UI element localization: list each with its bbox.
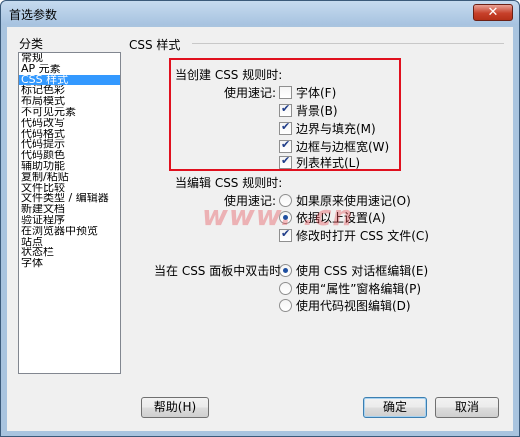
radio-edit-css-dialog-label: 使用 CSS 对话框编辑(E) bbox=[296, 264, 429, 278]
checkbox-margin-padding-label: 边界与填充(M) bbox=[296, 122, 376, 136]
radio-edit-code-view-label: 使用代码视图编辑(D) bbox=[296, 299, 411, 313]
create-heading: 当创建 CSS 规则时: bbox=[175, 68, 283, 82]
checkbox-margin-padding[interactable]: 边界与填充(M) bbox=[279, 120, 376, 137]
watermark-text: www. .cn bbox=[202, 199, 354, 232]
category-item[interactable]: 代码改写 bbox=[19, 118, 120, 129]
checkbox-font-label: 字体(F) bbox=[296, 86, 337, 100]
category-item[interactable]: 新建文档 bbox=[19, 204, 120, 215]
category-item[interactable]: 代码提示 bbox=[19, 139, 120, 150]
radio-edit-css-dialog[interactable]: 使用 CSS 对话框编辑(E) bbox=[279, 262, 428, 279]
section-title: CSS 样式 bbox=[129, 38, 181, 52]
checkbox-font[interactable]: 字体(F) bbox=[279, 84, 336, 101]
category-list[interactable]: 常规 AP 元素 CSS 样式 标记色彩 布局模式 不可见元素 代码改写 代码格式 代码提示 代码… bbox=[18, 52, 121, 374]
radio-edit-properties-pane[interactable]: 使用“属性”窗格编辑(P) bbox=[279, 280, 421, 297]
category-item[interactable]: 文件类型 / 编辑器 bbox=[19, 193, 120, 204]
category-item[interactable]: 代码格式 bbox=[19, 129, 120, 140]
checkbox-background-box[interactable] bbox=[279, 102, 292, 117]
checkbox-border-width[interactable]: 边框与边框宽(W) bbox=[279, 138, 389, 155]
checkbox-border-width-box[interactable] bbox=[279, 138, 292, 153]
category-item[interactable]: 布局模式 bbox=[19, 96, 120, 107]
close-button[interactable]: ✕ bbox=[473, 4, 513, 21]
category-item[interactable]: 常规 bbox=[19, 53, 120, 64]
category-item[interactable]: 字体 bbox=[19, 258, 120, 269]
checkbox-list-style[interactable]: 列表样式(L) bbox=[279, 154, 360, 171]
category-item[interactable]: 文件比较 bbox=[19, 183, 120, 194]
title-bar[interactable]: 首选参数 ✕ bbox=[1, 1, 519, 25]
checkbox-margin-padding-box[interactable] bbox=[279, 120, 292, 135]
category-item[interactable]: 在浏览器中预览 bbox=[19, 226, 120, 237]
category-item[interactable]: 验证程序 bbox=[19, 215, 120, 226]
radio-edit-css-dialog-dot[interactable] bbox=[279, 264, 292, 277]
checkbox-list-style-box[interactable] bbox=[279, 154, 292, 169]
radio-edit-properties-pane-dot[interactable] bbox=[279, 282, 292, 295]
checkbox-border-width-label: 边框与边框宽(W) bbox=[296, 140, 390, 154]
checkbox-background-label: 背景(B) bbox=[296, 104, 338, 118]
category-item[interactable]: 辅助功能 bbox=[19, 161, 120, 172]
window-title: 首选参数 bbox=[9, 8, 58, 22]
category-item[interactable]: 代码颜色 bbox=[19, 150, 120, 161]
category-item[interactable]: 不可见元素 bbox=[19, 107, 120, 118]
category-item[interactable]: 标记色彩 bbox=[19, 85, 120, 96]
category-item[interactable]: 状态栏 bbox=[19, 247, 120, 258]
category-label: 分类 bbox=[19, 37, 44, 51]
close-icon: ✕ bbox=[487, 5, 499, 20]
radio-edit-code-view-dot[interactable] bbox=[279, 299, 292, 312]
dblclick-label: 当在 CSS 面板中双击时: bbox=[154, 264, 286, 278]
checkbox-background[interactable]: 背景(B) bbox=[279, 102, 338, 119]
category-item[interactable]: 站点 bbox=[19, 237, 120, 248]
create-shorthand-label: 使用速记: bbox=[224, 86, 277, 100]
category-item[interactable]: 复制/粘贴 bbox=[19, 172, 120, 183]
radio-edit-properties-pane-label: 使用“属性”窗格编辑(P) bbox=[296, 282, 422, 296]
checkbox-font-box[interactable] bbox=[279, 86, 292, 99]
section-divider bbox=[192, 43, 504, 44]
preferences-dialog: 首选参数 ✕ 分类 常规 AP 元素 CSS 样式 标记色彩 布局模式 不可见元素 代码改写… bbox=[0, 0, 520, 437]
checkbox-list-style-label: 列表样式(L) bbox=[296, 156, 361, 170]
edit-heading: 当编辑 CSS 规则时: bbox=[175, 176, 283, 190]
category-item[interactable]: CSS 样式 bbox=[19, 74, 120, 86]
help-button[interactable]: 帮助(H) bbox=[141, 397, 209, 418]
radio-edit-code-view[interactable]: 使用代码视图编辑(D) bbox=[279, 297, 411, 314]
cancel-button[interactable]: 取消 bbox=[435, 397, 499, 418]
dialog-body: 分类 常规 AP 元素 CSS 样式 标记色彩 布局模式 不可见元素 代码改写 代码格式 代码提… bbox=[7, 27, 513, 431]
ok-button[interactable]: 确定 bbox=[363, 397, 427, 418]
category-item[interactable]: AP 元素 bbox=[19, 64, 120, 75]
